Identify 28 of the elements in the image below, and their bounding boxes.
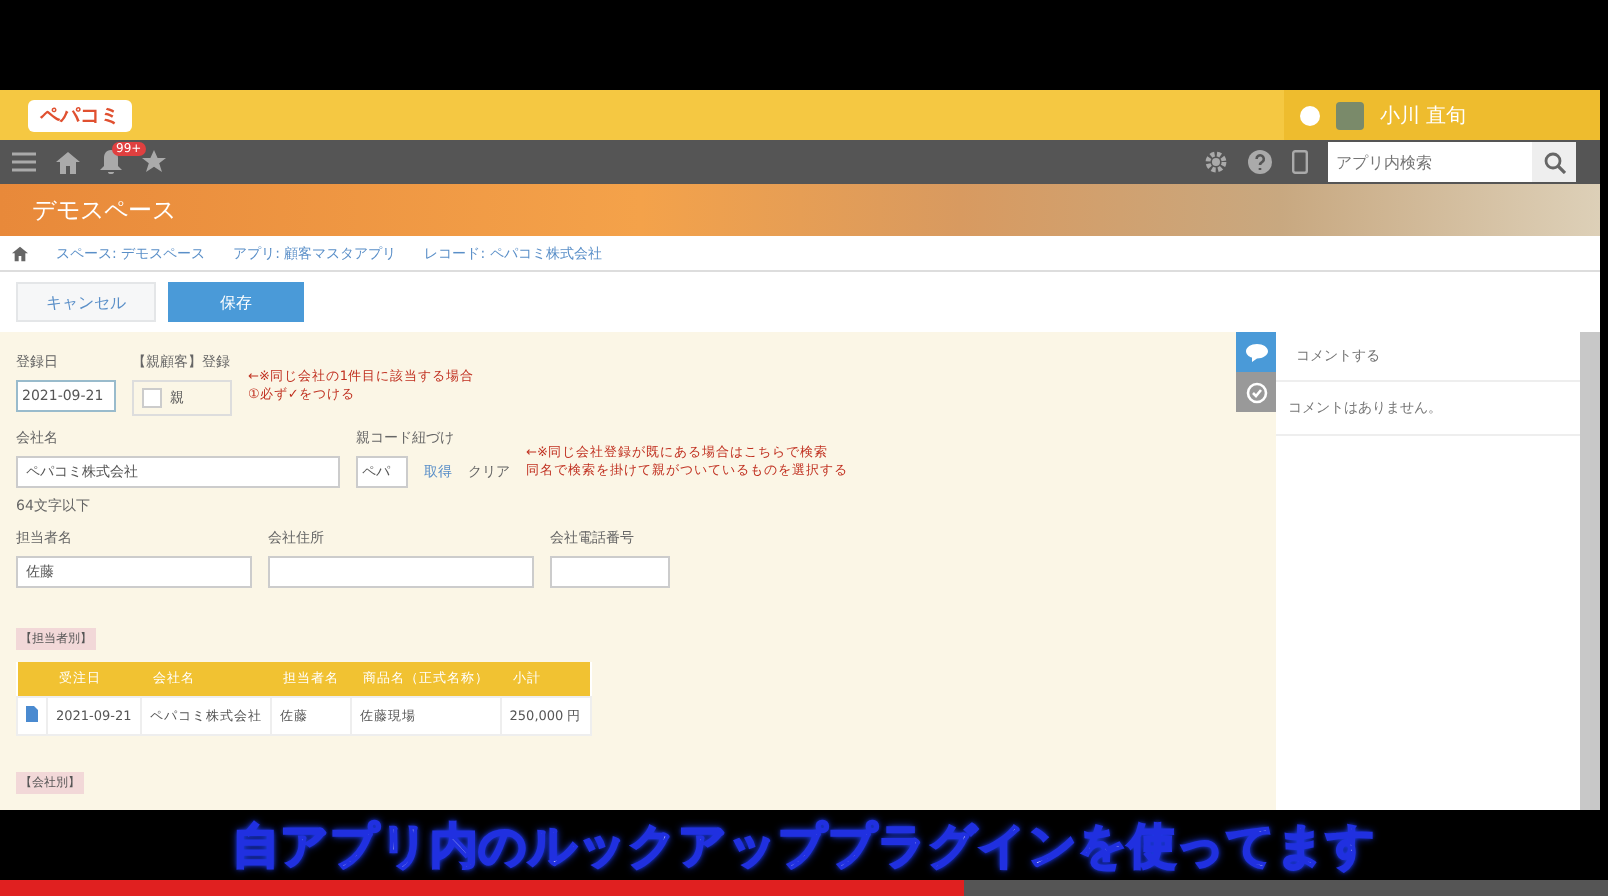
search-button[interactable] [1532, 142, 1576, 182]
star-icon[interactable] [142, 150, 166, 174]
search-field[interactable]: アプリ内検索 [1328, 142, 1532, 182]
space-title: デモスペース [32, 193, 176, 227]
help-icon[interactable] [1248, 150, 1272, 174]
document-icon[interactable] [26, 706, 38, 722]
status-icon [1300, 105, 1320, 125]
avatar-icon [1336, 101, 1364, 129]
mobile-icon[interactable] [1292, 150, 1308, 174]
app-logo[interactable]: ペパコミ [28, 99, 132, 131]
user-name: 小川 直旬 [1380, 103, 1467, 129]
cancel-button[interactable]: キャンセル [16, 282, 156, 322]
comment-tab[interactable] [1236, 332, 1276, 372]
checkbox[interactable] [142, 388, 162, 408]
home-icon[interactable] [56, 151, 80, 173]
search-icon [1543, 151, 1565, 173]
speech-bubble-icon [1245, 343, 1267, 361]
save-button[interactable]: 保存 [168, 282, 304, 322]
phone-field[interactable] [550, 556, 670, 588]
video-caption: 自アプリ内のルックアッププラグインを使ってます [232, 815, 1376, 877]
home-icon[interactable] [12, 245, 28, 261]
address-field[interactable] [268, 556, 534, 588]
history-tab[interactable] [1236, 372, 1276, 412]
bell-icon[interactable] [100, 150, 122, 174]
history-icon [1245, 381, 1267, 403]
settings-icon[interactable] [1204, 150, 1228, 174]
scrollbar[interactable] [1580, 332, 1600, 810]
menu-icon[interactable] [12, 152, 36, 172]
